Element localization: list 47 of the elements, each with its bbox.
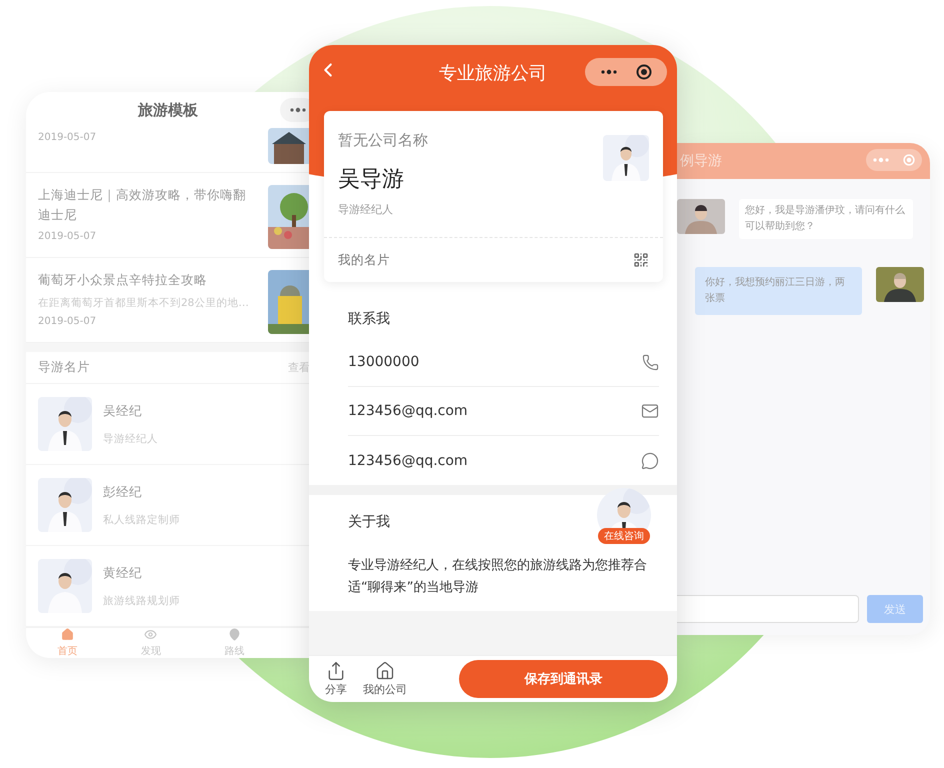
save-button[interactable]: 保存到通讯录 <box>459 660 668 698</box>
toolbar-button[interactable]: 我的公司 <box>357 661 413 697</box>
section-title: 联系我 <box>348 310 390 329</box>
section-title: 关于我 <box>348 513 390 532</box>
page-title: 专业旅游公司 <box>439 62 547 85</box>
guide-name: 彭经纪 <box>103 484 143 500</box>
target-icon[interactable] <box>636 64 652 80</box>
chat-icon[interactable] <box>641 452 659 470</box>
chat-message: 你好，我想预约丽江三日游，两张票 <box>695 267 862 315</box>
eye-icon <box>144 628 158 641</box>
tab[interactable]: 发现 <box>109 628 193 658</box>
send-button[interactable]: 发送 <box>867 595 923 623</box>
share-icon <box>326 661 346 681</box>
guide-name: 吴经纪 <box>103 402 143 420</box>
article-title[interactable]: 葡萄牙小众景点辛特拉全攻略 <box>38 270 258 290</box>
about-text: 专业导游经纪人，在线按照您的旅游线路为您推荐合适“聊得来”的当地导游 <box>348 557 648 597</box>
more-icon[interactable] <box>600 69 616 75</box>
home-icon <box>375 661 395 681</box>
message-input[interactable] <box>677 595 859 623</box>
phone-icon[interactable] <box>642 354 659 370</box>
article-date: 2019-05-07 <box>38 231 98 242</box>
mail-icon[interactable] <box>641 402 659 420</box>
guide-name: 吴导游 <box>338 166 405 194</box>
tab[interactable]: 首页 <box>26 628 110 658</box>
contact-value: 13000000 <box>348 354 420 370</box>
guide-role: 导游经纪人 <box>338 202 394 217</box>
contact-value: 123456@qq.com <box>348 452 468 468</box>
map-pin-icon <box>228 628 241 641</box>
qr-code-icon[interactable] <box>633 252 649 268</box>
article-date: 2019-05-07 <box>38 132 98 143</box>
article-date: 2019-05-07 <box>38 316 98 327</box>
home-icon <box>61 628 74 641</box>
consult-button[interactable]: 在线咨询 <box>598 528 650 544</box>
capsule-button[interactable] <box>280 98 310 122</box>
guide-name: 黄经纪 <box>103 564 143 582</box>
contact-value: 123456@qq.com <box>348 403 468 419</box>
tab[interactable]: 路线 <box>192 628 276 658</box>
page-title: 旅游模板 <box>138 100 198 120</box>
company-name: 暂无公司名称 <box>338 131 428 150</box>
card-label: 我的名片 <box>338 252 390 268</box>
section-title: 导游名片 <box>38 359 90 376</box>
capsule-button[interactable] <box>585 58 667 86</box>
chat-message: 您好，我是导游潘伊玟，请问有什么可以帮助到您？ <box>739 199 913 239</box>
article-title[interactable]: 上海迪士尼｜高效游攻略，带你嗨翻迪士尼 <box>38 185 258 225</box>
more-icon[interactable] <box>290 107 306 113</box>
page-title: 例导游 <box>680 152 722 170</box>
toolbar-button[interactable]: 分享 <box>319 661 353 697</box>
